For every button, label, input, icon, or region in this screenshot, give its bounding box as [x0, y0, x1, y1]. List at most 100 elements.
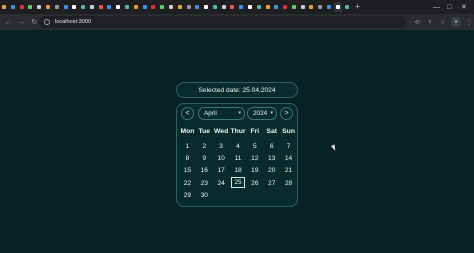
browser-tab[interactable]	[141, 2, 149, 12]
browser-tab[interactable]	[97, 2, 105, 12]
browser-tab[interactable]	[158, 2, 166, 12]
tab-favicon-icon	[327, 5, 331, 9]
browser-tab[interactable]	[316, 2, 324, 12]
browser-tab[interactable]	[228, 2, 236, 12]
address-bar[interactable]: localhost:3000	[38, 16, 406, 28]
browser-tab[interactable]	[149, 2, 157, 12]
browser-tab[interactable]	[237, 2, 245, 12]
new-tab-button[interactable]: +	[355, 2, 360, 12]
browser-tab[interactable]	[18, 2, 26, 12]
browser-tab[interactable]	[184, 2, 192, 12]
browser-tab[interactable]	[193, 2, 201, 12]
day-cell[interactable]: 5	[246, 140, 263, 152]
day-cell[interactable]: 14	[280, 152, 297, 164]
browser-tab[interactable]	[132, 2, 140, 12]
browser-tab[interactable]	[35, 2, 43, 12]
translate-icon[interactable]: ⟲	[412, 17, 422, 27]
day-cell[interactable]: 9	[196, 152, 213, 164]
browser-tab[interactable]	[255, 2, 263, 12]
weekday-label: Tue	[198, 128, 211, 135]
day-cell[interactable]: 28	[280, 177, 297, 189]
selected-date-display: Selected date: 25.04.2024	[176, 82, 298, 98]
day-cell-selected[interactable]: 25	[230, 176, 246, 188]
browser-tab[interactable]	[53, 2, 61, 12]
day-cell[interactable]: 24	[213, 177, 230, 189]
browser-tab[interactable]	[290, 2, 298, 12]
zoom-icon[interactable]: ⌕	[425, 17, 435, 27]
day-cell[interactable]: 4	[230, 140, 247, 152]
browser-tab[interactable]	[79, 2, 87, 12]
day-cell[interactable]: 6	[263, 140, 280, 152]
browser-tab[interactable]	[211, 2, 219, 12]
browser-tab[interactable]	[123, 2, 131, 12]
browser-tab[interactable]	[70, 2, 78, 12]
day-cell[interactable]: 29	[179, 189, 196, 201]
browser-tab[interactable]	[325, 2, 333, 12]
day-cell[interactable]: 16	[196, 165, 213, 177]
chevron-down-icon: ▾	[238, 110, 241, 116]
day-cell[interactable]: 12	[246, 152, 263, 164]
browser-tab[interactable]	[263, 2, 271, 12]
day-cell[interactable]: 20	[263, 165, 280, 177]
browser-tab[interactable]	[176, 2, 184, 12]
next-month-button[interactable]: >	[280, 107, 293, 120]
tab-favicon-icon	[300, 5, 305, 9]
day-cell[interactable]: 13	[263, 152, 280, 164]
day-cell[interactable]: 23	[196, 177, 213, 189]
bookmark-star-icon[interactable]: ☆	[438, 17, 448, 27]
browser-tab[interactable]	[114, 2, 122, 12]
browser-tab[interactable]	[9, 2, 17, 12]
calendar-card: < April ▾ 2024 ▾ > Mon Tue Wed Thur Fri Sat Su…	[176, 103, 298, 207]
day-cell[interactable]: 17	[213, 165, 230, 177]
browser-tab[interactable]	[61, 2, 69, 12]
month-select[interactable]: April ▾	[198, 107, 245, 120]
browser-tab[interactable]	[88, 2, 96, 12]
browser-tab[interactable]	[333, 2, 342, 12]
close-icon: ✕	[461, 4, 467, 11]
back-button[interactable]: ←	[3, 17, 13, 27]
forward-button[interactable]: →	[16, 17, 26, 27]
day-cell[interactable]: 3	[213, 140, 230, 152]
browser-tab[interactable]	[299, 2, 307, 12]
day-cell[interactable]: 15	[179, 165, 196, 177]
browser-tab[interactable]	[281, 2, 289, 12]
browser-tab[interactable]	[220, 2, 228, 12]
day-cell[interactable]: 2	[196, 140, 213, 152]
browser-tab[interactable]	[0, 2, 8, 12]
day-cell[interactable]: 30	[196, 189, 213, 201]
close-window-button[interactable]: ✕	[461, 1, 467, 13]
browser-tab[interactable]	[342, 2, 350, 12]
browser-tab[interactable]	[26, 2, 34, 12]
day-cell[interactable]: 19	[246, 165, 263, 177]
browser-tab[interactable]	[272, 2, 280, 12]
chevron-left-icon: <	[185, 110, 190, 117]
year-select[interactable]: 2024 ▾	[247, 107, 277, 120]
browser-tab[interactable]	[307, 2, 315, 12]
menu-kebab-icon[interactable]: ⋮	[464, 17, 474, 27]
day-cell[interactable]: 10	[213, 152, 230, 164]
tab-favicon-icon	[168, 5, 173, 9]
tab-favicon-icon	[151, 5, 156, 9]
browser-tab[interactable]	[44, 2, 52, 12]
day-cell[interactable]: 8	[179, 152, 196, 164]
browser-tab[interactable]	[202, 2, 210, 12]
day-cell[interactable]: 1	[179, 140, 196, 152]
site-info-icon[interactable]	[44, 19, 50, 25]
prev-month-button[interactable]: <	[181, 107, 194, 120]
day-cell[interactable]: 22	[179, 177, 196, 189]
browser-tab[interactable]	[246, 2, 254, 12]
day-cell[interactable]: 11	[230, 152, 247, 164]
day-cell[interactable]: 27	[263, 177, 280, 189]
minimize-button[interactable]: —	[433, 1, 440, 13]
day-cell[interactable]: 21	[280, 165, 297, 177]
browser-tab[interactable]	[167, 2, 175, 12]
day-cell[interactable]: 7	[280, 140, 297, 152]
tab-favicon-icon	[46, 5, 50, 9]
profile-avatar[interactable]: ●	[451, 17, 461, 27]
minimize-icon: —	[433, 3, 440, 11]
tab-favicon-icon	[63, 5, 68, 9]
day-cell[interactable]: 26	[246, 177, 263, 189]
browser-tab[interactable]	[105, 2, 113, 12]
day-cell[interactable]: 18	[230, 165, 247, 177]
maximize-button[interactable]: □	[447, 1, 451, 13]
